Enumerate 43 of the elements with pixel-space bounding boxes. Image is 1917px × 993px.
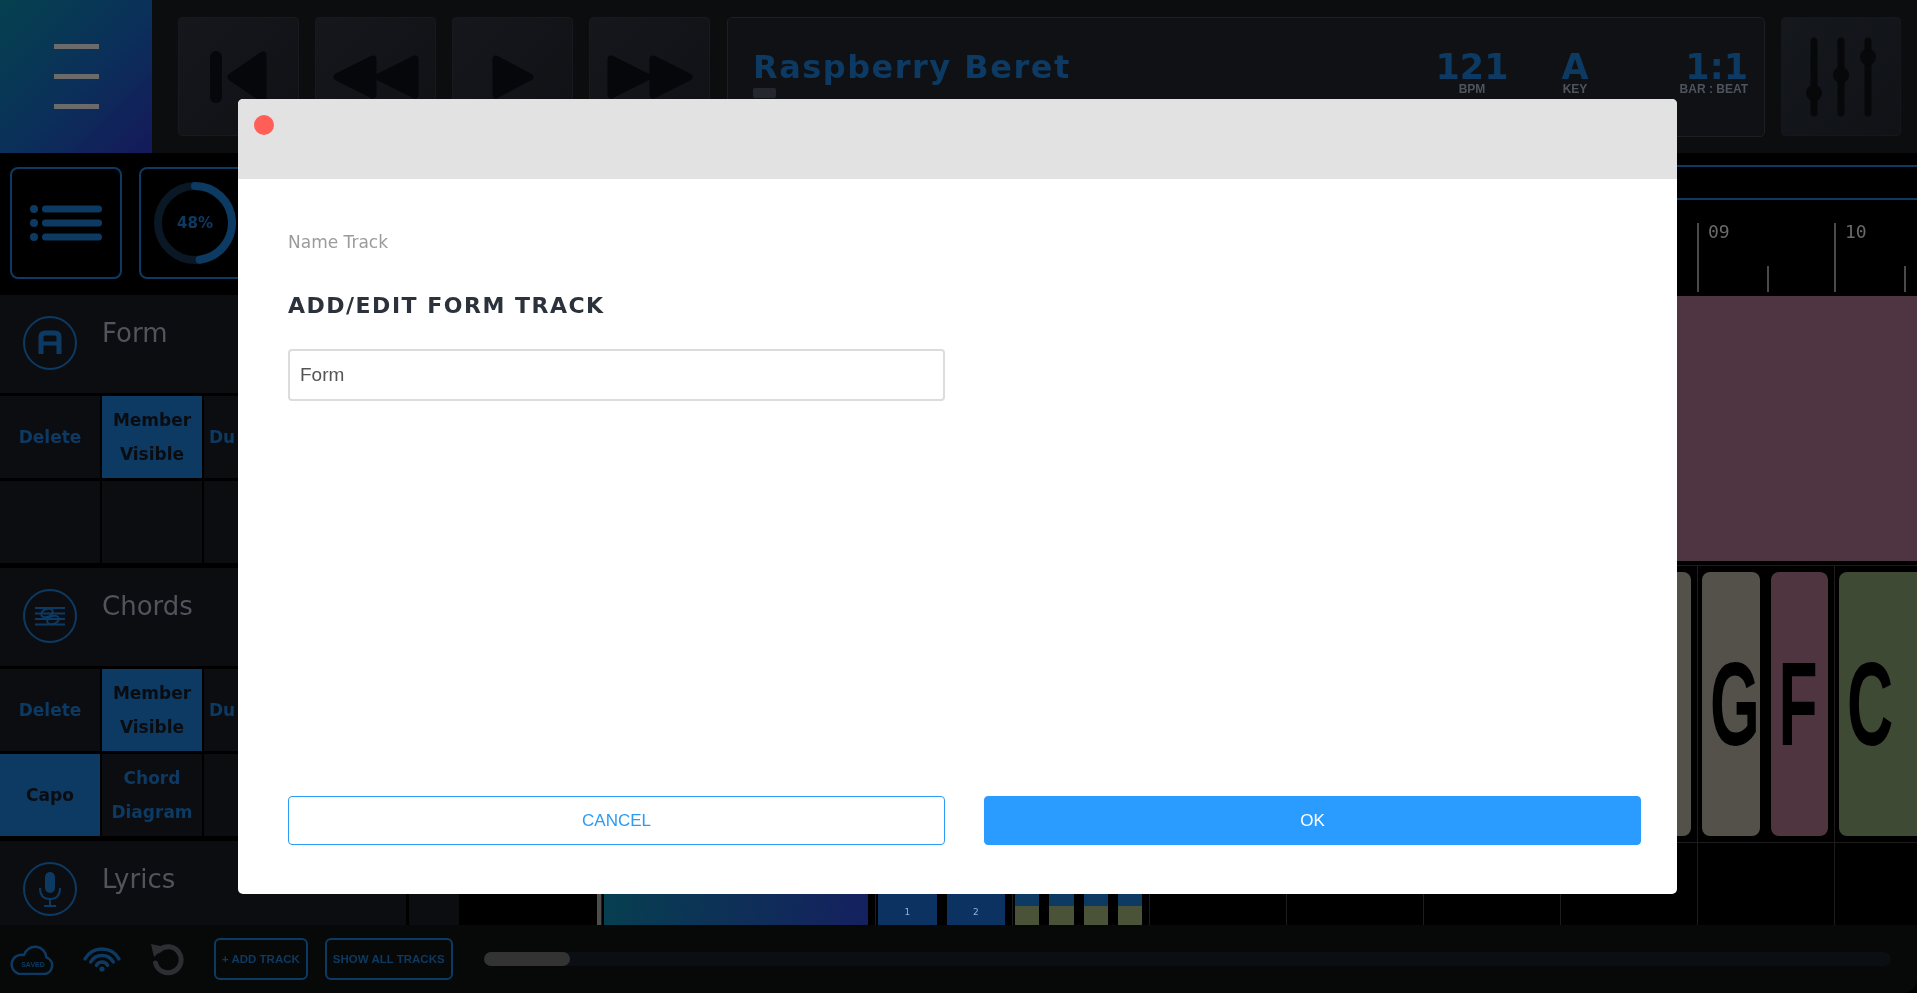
- ok-button[interactable]: OK: [984, 796, 1641, 845]
- undo-button[interactable]: [150, 942, 186, 976]
- bar-number: 10: [1845, 223, 1867, 241]
- track-option-button[interactable]: Chord Diagram: [102, 754, 202, 836]
- scrollbar-thumb[interactable]: [483, 952, 570, 966]
- track-option-button[interactable]: Capo: [0, 754, 100, 836]
- progress-reading: 48%: [177, 214, 213, 232]
- chord-label: C: [1847, 644, 1894, 764]
- add-track-button[interactable]: + ADD TRACK: [214, 938, 308, 980]
- bar-number: 09: [1708, 223, 1730, 241]
- skip-to-start-icon: [210, 49, 267, 104]
- track-list-button[interactable]: [10, 167, 122, 279]
- song-title: Raspberry Beret: [753, 46, 1071, 87]
- track-option-button[interactable]: Member Visible: [102, 669, 202, 751]
- clip-number: 2: [972, 907, 979, 917]
- track-option-button[interactable]: Du: [204, 669, 238, 751]
- close-button[interactable]: [254, 115, 274, 135]
- clip-number: 1: [904, 907, 911, 917]
- track-option-button[interactable]: Du: [204, 396, 238, 478]
- chord-label: F: [1778, 644, 1818, 764]
- track-option-button[interactable]: Delete: [0, 669, 100, 751]
- track-name: Form: [102, 318, 168, 348]
- name-input[interactable]: Form: [288, 349, 945, 401]
- tag-icon: [753, 87, 776, 98]
- track-option-button[interactable]: Delete: [0, 396, 100, 478]
- horizontal-scrollbar[interactable]: [483, 952, 1891, 966]
- letter-a-icon: [23, 316, 77, 370]
- microphone-icon: [23, 862, 77, 916]
- menu-icon: [53, 44, 99, 109]
- track-name: Chords: [102, 591, 193, 621]
- track-name: Lyrics: [102, 864, 176, 894]
- chord-label: G: [1710, 644, 1760, 764]
- play-icon: [491, 54, 534, 99]
- field-label: Name Track: [288, 231, 389, 254]
- track-option-button[interactable]: Member Visible: [102, 396, 202, 478]
- dialog-title: ADD/EDIT FORM TRACK: [288, 292, 605, 320]
- music-staff-icon: [23, 589, 77, 643]
- list-icon: [30, 205, 102, 241]
- menu-button[interactable]: [0, 0, 152, 153]
- show-all-tracks-button[interactable]: SHOW ALL TRACKS: [324, 938, 453, 980]
- cancel-button[interactable]: CANCEL: [288, 796, 945, 845]
- undo-icon: [150, 942, 186, 976]
- wifi-icon: [83, 946, 121, 972]
